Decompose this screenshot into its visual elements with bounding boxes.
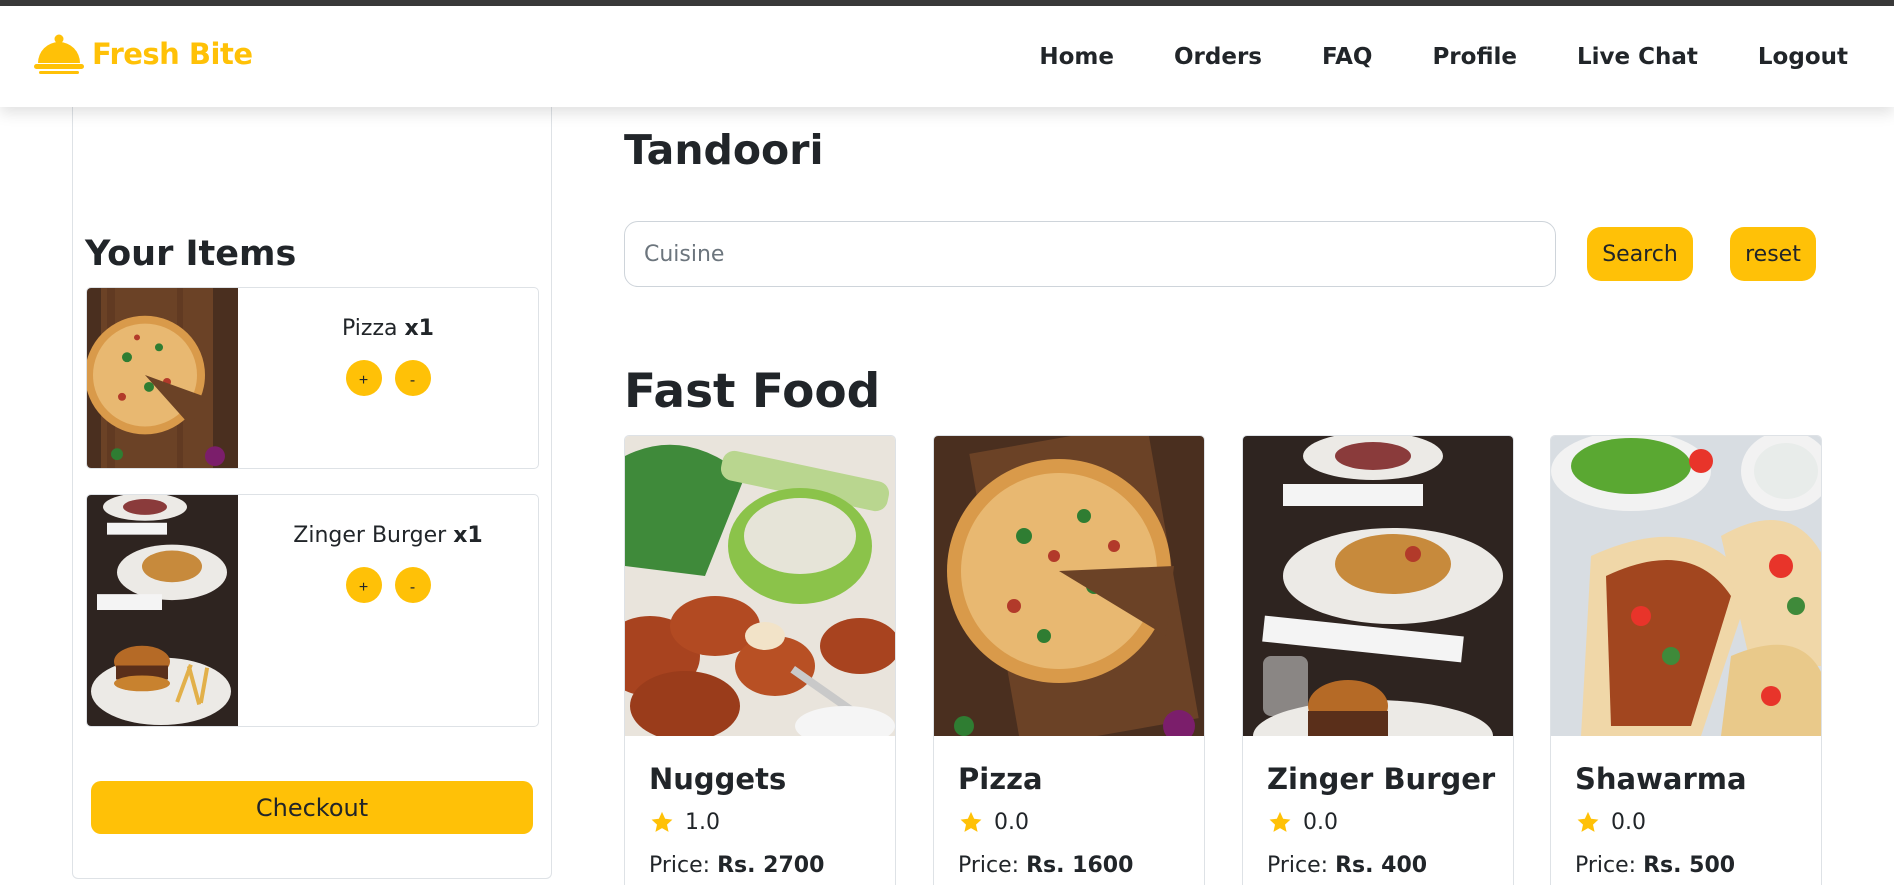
star-icon (960, 811, 982, 832)
nav-links: Home Orders FAQ Profile Live Chat Logout (979, 6, 1848, 107)
nav-orders[interactable]: Orders (1174, 44, 1262, 70)
nuggets-image (625, 436, 895, 736)
cart-item-name: Zinger Burger x1 (293, 523, 483, 548)
pizza-image (934, 436, 1204, 736)
product-card[interactable]: Zinger Burger 0.0 Price: Rs. 400 (1242, 435, 1514, 885)
pizza-image (87, 288, 238, 468)
star-icon (1577, 811, 1599, 832)
product-rating: 0.0 (958, 810, 1029, 835)
reset-button[interactable]: reset (1730, 227, 1816, 281)
product-price: Price: Rs. 2700 (649, 853, 825, 878)
decrease-qty-button[interactable]: - (394, 360, 431, 396)
cart-item: Zinger Burger x1 + - (86, 494, 539, 727)
zinger-burger-image (1243, 436, 1513, 736)
category-title: Tandoori (624, 126, 824, 174)
search-button[interactable]: Search (1587, 227, 1693, 281)
product-name: Nuggets (649, 762, 787, 796)
rating-value: 0.0 (1611, 810, 1646, 835)
cuisine-search-input[interactable] (624, 221, 1556, 287)
star-icon (1269, 811, 1291, 832)
product-name: Pizza (958, 762, 1043, 796)
cart-title: Your Items (85, 234, 297, 274)
qty-controls: + - (238, 360, 538, 396)
product-name: Shawarma (1575, 762, 1747, 796)
product-card[interactable]: Pizza 0.0 Price: Rs. 1600 (933, 435, 1205, 885)
increase-qty-button[interactable]: + (345, 360, 382, 396)
product-card[interactable]: Shawarma 0.0 Price: Rs. 500 (1550, 435, 1822, 885)
product-name: Zinger Burger (1267, 762, 1496, 796)
brand-logo[interactable]: Fresh Bite (34, 32, 253, 76)
cart-item: Pizza x1 + - (86, 287, 539, 469)
nav-faq[interactable]: FAQ (1322, 44, 1372, 70)
brand-name[interactable]: Fresh Bite (92, 37, 253, 71)
shawarma-image (1551, 436, 1821, 736)
rating-value: 0.0 (994, 810, 1029, 835)
product-price: Price: Rs. 1600 (958, 853, 1134, 878)
cart-sidebar: Your Items Pizza x1 + - Zinger Burger x1… (72, 107, 552, 879)
navbar: Fresh Bite Home Orders FAQ Profile Live … (0, 6, 1894, 107)
decrease-qty-button[interactable]: - (394, 567, 431, 603)
nav-home[interactable]: Home (1039, 44, 1114, 70)
product-rating: 0.0 (1575, 810, 1646, 835)
zinger-burger-image (87, 495, 238, 726)
product-rating: 1.0 (649, 810, 720, 835)
nav-profile[interactable]: Profile (1432, 44, 1517, 70)
cloche-icon (34, 34, 84, 74)
nav-live-chat[interactable]: Live Chat (1577, 44, 1698, 70)
rating-value: 1.0 (685, 810, 720, 835)
product-card[interactable]: Nuggets 1.0 Price: Rs. 2700 (624, 435, 896, 885)
star-icon (651, 811, 673, 832)
product-rating: 0.0 (1267, 810, 1338, 835)
checkout-button[interactable]: Checkout (91, 781, 533, 834)
increase-qty-button[interactable]: + (345, 567, 382, 603)
section-title: Fast Food (624, 364, 881, 419)
qty-controls: + - (238, 567, 538, 603)
rating-value: 0.0 (1303, 810, 1338, 835)
product-price: Price: Rs. 500 (1575, 853, 1736, 878)
product-price: Price: Rs. 400 (1267, 853, 1428, 878)
cart-item-name: Pizza x1 (342, 316, 434, 341)
nav-logout[interactable]: Logout (1758, 44, 1848, 70)
